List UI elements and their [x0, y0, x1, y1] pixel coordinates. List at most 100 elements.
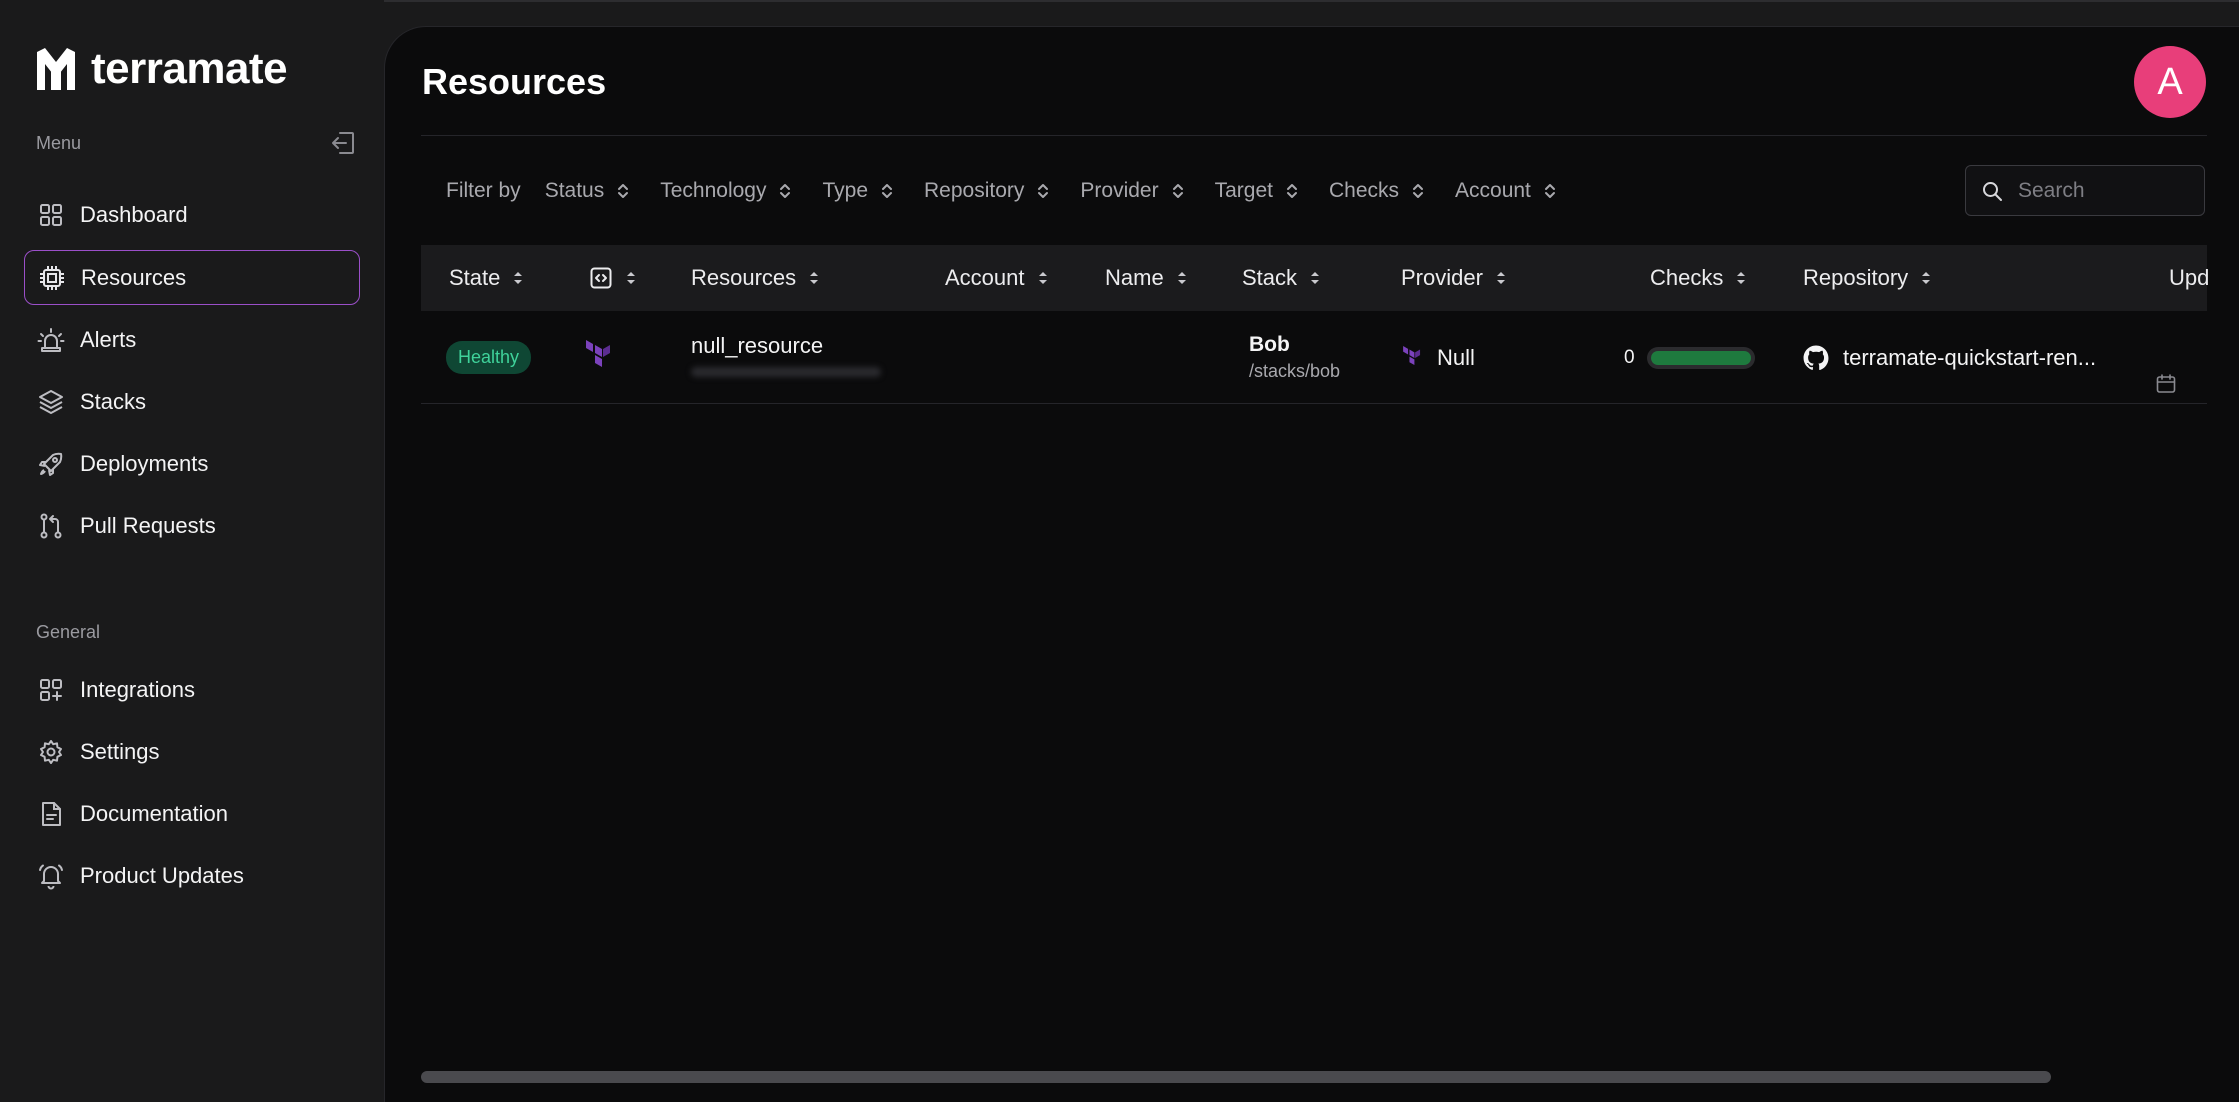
column-label: State [449, 265, 501, 290]
checks-cell[interactable]: 0 [1624, 347, 1755, 369]
sidebar-item-label: Product Updates [80, 862, 244, 888]
column-label: Upd [2169, 265, 2210, 290]
filter-by-label: Filter by [446, 179, 521, 202]
state-cell: Healthy [446, 341, 532, 374]
search-input[interactable] [2018, 178, 2188, 203]
sort-icon [627, 272, 635, 284]
sidebar-item-label: Dashboard [80, 201, 188, 227]
column-header-repository[interactable]: Repository [1803, 245, 1932, 311]
avatar[interactable]: A [2134, 46, 2206, 118]
column-label: Repository [1803, 265, 1909, 290]
column-header-state[interactable]: State [449, 245, 524, 311]
sidebar-item-label: Pull Requests [80, 512, 216, 538]
resource-cell: null_resource [691, 333, 823, 359]
terramate-mark-icon [37, 48, 75, 90]
sidebar-item-pull-requests[interactable]: Pull Requests [24, 498, 360, 553]
grid-plus-icon [40, 678, 62, 701]
filter-target[interactable]: Target [1215, 179, 1299, 203]
filter-label: Provider [1080, 179, 1159, 202]
filter-label: Type [822, 179, 869, 202]
terraform-icon [586, 340, 610, 367]
chevron-up-down-icon [882, 184, 893, 198]
search-box [1965, 165, 2205, 216]
filter-checks[interactable]: Checks [1329, 179, 1425, 203]
sidebar-item-stacks[interactable]: Stacks [24, 374, 360, 429]
search-icon [1983, 181, 2002, 201]
chip-icon [40, 265, 64, 290]
updated-cell [2155, 373, 2177, 400]
sidebar-item-label: Integrations [80, 676, 195, 702]
provider-name: Null [1437, 345, 1475, 370]
column-header-provider[interactable]: Provider [1401, 245, 1507, 311]
sidebar-item-label: Stacks [80, 388, 147, 414]
column-header-stack[interactable]: Stack [1242, 245, 1321, 311]
column-header-resources[interactable]: Resources [691, 245, 820, 311]
header-divider [421, 135, 2207, 136]
checks-progress-fill [1650, 351, 1751, 365]
column-header-account[interactable]: Account [945, 245, 1049, 311]
sort-icon [1496, 272, 1505, 284]
column-label: Stack [1242, 265, 1298, 290]
column-label: Account [945, 265, 1025, 290]
repository-cell[interactable]: terramate-quickstart-ren... [1803, 345, 2096, 371]
sidebar-item-label: Documentation [80, 800, 228, 826]
sidebar-item-documentation[interactable]: Documentation [24, 786, 360, 841]
general-section-label: General [36, 622, 101, 642]
page-title: Resources [422, 61, 607, 102]
filter-account[interactable]: Account [1455, 179, 1557, 203]
sidebar-item-alerts[interactable]: Alerts [24, 312, 360, 367]
column-header-technology[interactable] [589, 245, 637, 311]
sidebar-item-deployments[interactable]: Deployments [24, 436, 360, 491]
sort-icon [810, 272, 819, 284]
status-badge: Healthy [446, 341, 532, 374]
rocket-icon [39, 452, 63, 476]
grid-icon [40, 203, 62, 226]
sidebar-item-label: Deployments [80, 450, 209, 476]
filter-type[interactable]: Type [822, 179, 894, 203]
provider-cell: Null [1401, 345, 1475, 371]
sidebar-item-product-updates[interactable]: Product Updates [24, 848, 360, 903]
resource-name: null_resource [691, 333, 824, 358]
chevron-up-down-icon [1172, 184, 1183, 198]
sidebar: terramate Menu Dashboard Resources Alert… [0, 0, 384, 1096]
checks-count: 0 [1624, 347, 1635, 368]
sidebar-item-label: Resources [81, 264, 187, 290]
filter-technology[interactable]: Technology [660, 179, 792, 203]
sidebar-item-settings[interactable]: Settings [24, 724, 360, 779]
chevron-up-down-icon [1413, 184, 1424, 198]
column-header-updated[interactable]: Upd [2169, 245, 2209, 311]
sort-icon [1177, 272, 1186, 284]
column-header-checks[interactable]: Checks [1650, 245, 1747, 311]
filter-label: Status [544, 179, 605, 202]
filter-provider[interactable]: Provider [1080, 179, 1184, 203]
column-header-name[interactable]: Name [1105, 245, 1188, 311]
terramate-logo[interactable]: terramate [35, 46, 288, 92]
horizontal-scrollbar[interactable] [421, 1071, 2051, 1083]
stack-cell[interactable]: Bob /stacks/bob [1249, 333, 1340, 382]
git-pull-request-icon [40, 513, 62, 538]
collapse-sidebar-icon[interactable] [329, 129, 357, 157]
column-label: Checks [1650, 265, 1724, 290]
redacted-text [691, 367, 881, 377]
stack-path: /stacks/bob [1249, 361, 1341, 381]
sidebar-item-label: Alerts [80, 326, 137, 352]
sidebar-item-label: Settings [80, 738, 160, 764]
document-icon [42, 801, 61, 826]
filter-repository[interactable]: Repository [924, 179, 1050, 203]
main-panel: Resources A Filter by Status Technology … [384, 26, 2239, 1102]
filter-bar: Filter by Status Technology Type Reposit… [446, 177, 1587, 205]
sidebar-item-resources[interactable]: Resources [24, 250, 360, 305]
filter-label: Checks [1328, 179, 1400, 202]
code-icon [590, 267, 612, 289]
sidebar-item-integrations[interactable]: Integrations [24, 662, 360, 717]
table-header: State Resources Account Name Stack Provi… [421, 245, 2209, 311]
filter-status[interactable]: Status [545, 179, 631, 203]
gear-icon [40, 739, 62, 764]
sidebar-item-dashboard[interactable]: Dashboard [24, 187, 360, 242]
sort-icon [1038, 272, 1047, 284]
filter-label: Account [1455, 179, 1531, 202]
filter-label: Repository [924, 179, 1025, 202]
stack-name: Bob [1249, 333, 1290, 356]
github-icon [1803, 345, 1829, 371]
menu-section-label: Menu [36, 133, 82, 153]
